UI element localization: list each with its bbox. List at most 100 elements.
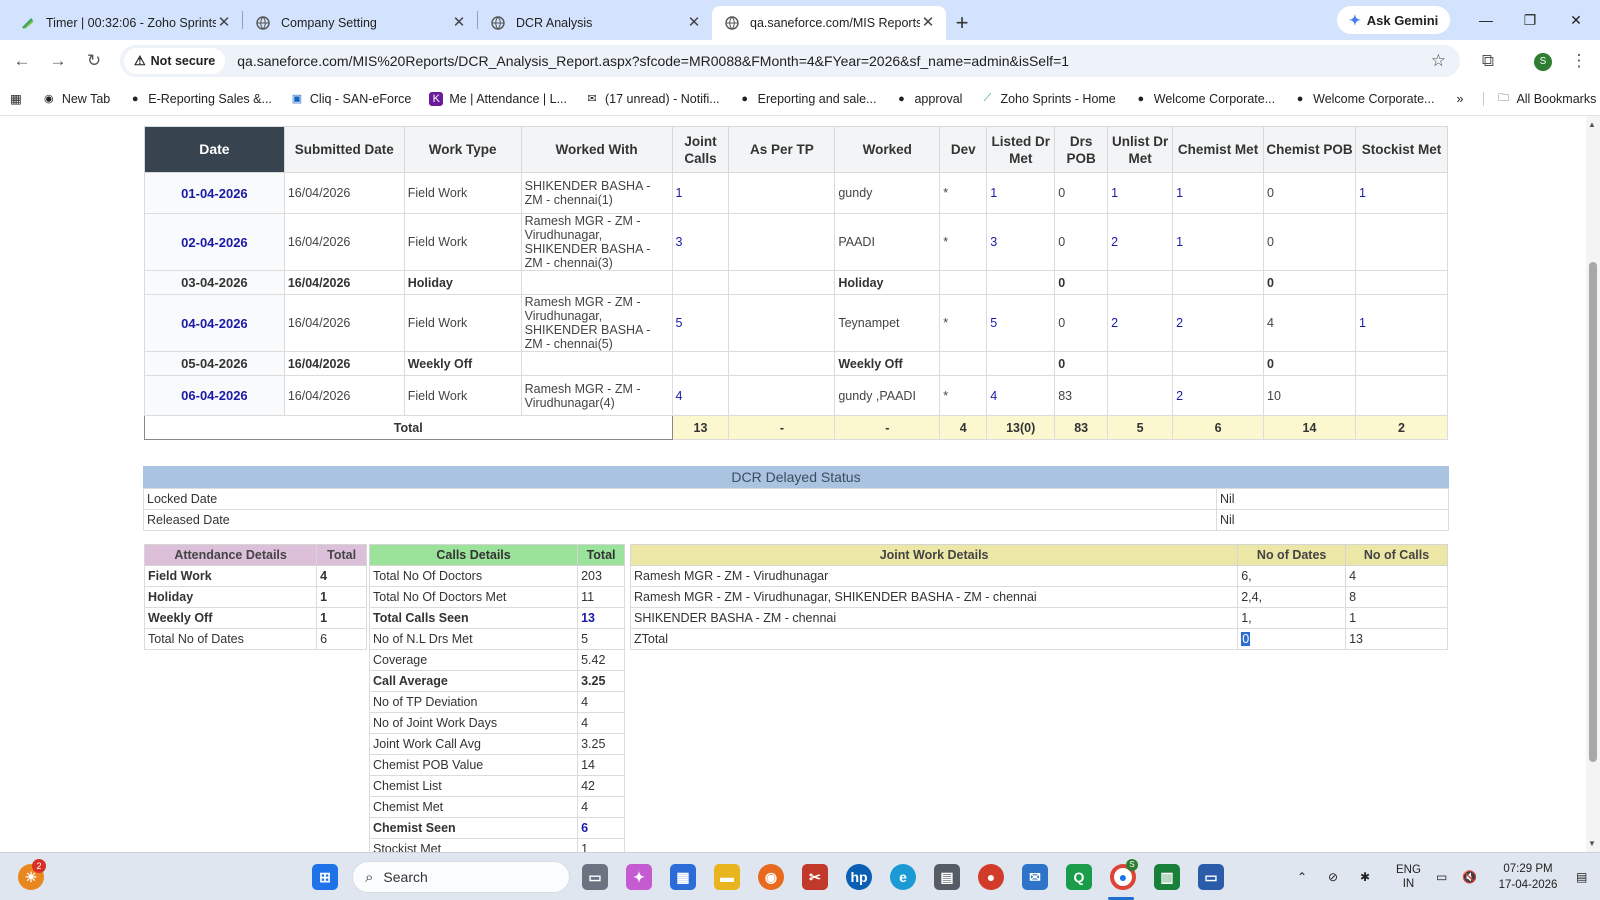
cell-chemist-met[interactable]: 2 — [1172, 375, 1265, 416]
chemist-seen-link[interactable]: 6 — [577, 817, 625, 839]
cell-chemist-met[interactable]: 1 — [1172, 172, 1265, 214]
network-off-icon[interactable]: ⊘ — [1328, 853, 1338, 900]
record-icon[interactable]: ● — [978, 864, 1004, 890]
cell-listed-dr-met[interactable]: 5 — [986, 294, 1056, 352]
cell-unlist-dr-met[interactable] — [1107, 375, 1174, 416]
cell-chemist-pob: 0 — [1263, 270, 1356, 295]
microsoft-store-icon[interactable]: ▦ — [670, 864, 696, 890]
page-scrollbar[interactable]: ▲ ▼ — [1586, 116, 1600, 852]
forward-arrow-icon[interactable]: → — [40, 43, 76, 79]
reload-icon[interactable]: ↻ — [76, 43, 112, 79]
snipping-tool-icon[interactable]: ✂ — [802, 864, 828, 890]
apps-grid-icon[interactable]: ▦ — [10, 91, 22, 106]
close-window-button[interactable]: ✕ — [1553, 0, 1599, 40]
cell-chemist-met — [1172, 351, 1265, 376]
no-of-dates-header: No of Dates — [1237, 544, 1347, 566]
bookmark-zoho-sprints[interactable]: ⟋ Zoho Sprints - Home — [980, 92, 1116, 106]
bookmark-e-reporting[interactable]: ● E-Reporting Sales &... — [128, 92, 272, 106]
system-clock[interactable]: 07:29 PM 17-04-2026 — [1492, 861, 1564, 893]
cell-stockist-met[interactable] — [1354, 375, 1449, 416]
language-indicator[interactable]: ENG IN — [1396, 853, 1421, 900]
cell-unlist-dr-met[interactable]: 2 — [1107, 294, 1174, 352]
restore-button[interactable]: ❐ — [1507, 0, 1553, 40]
cell-chemist-met[interactable]: 2 — [1172, 294, 1265, 352]
back-arrow-icon[interactable]: ← — [4, 43, 40, 79]
cell-joint-calls[interactable]: 4 — [671, 375, 730, 416]
cell-chemist-met[interactable]: 1 — [1172, 213, 1265, 271]
bluetooth-icon[interactable]: ✱ — [1360, 853, 1370, 900]
calculator-icon[interactable]: ▤ — [934, 864, 960, 890]
bookmark-cliq[interactable]: ▣ Cliq - SAN-eForce — [290, 92, 412, 106]
cell-joint-calls[interactable]: 1 — [671, 172, 730, 214]
close-icon[interactable]: ✕ — [686, 15, 702, 31]
cell-joint-calls[interactable]: 3 — [671, 213, 730, 271]
display-icon[interactable]: ▭ — [1436, 853, 1447, 900]
globe-icon: ● — [898, 92, 905, 105]
tab-company-setting[interactable]: Company Setting ✕ — [243, 6, 477, 40]
chat-icon[interactable]: ▭ — [1198, 864, 1224, 890]
security-chip[interactable]: ⚠ Not secure — [124, 48, 226, 74]
cell-worked-with — [520, 351, 673, 376]
tab-mis-reports[interactable]: qa.saneforce.com/MIS Reports/ ✕ — [712, 6, 946, 40]
cell-stockist-met[interactable] — [1354, 213, 1449, 271]
bookmark-welcome-2[interactable]: ● Welcome Corporate... — [1293, 92, 1435, 106]
scrollbar-thumb[interactable] — [1589, 262, 1597, 762]
more-bookmarks-icon[interactable]: » — [1456, 92, 1463, 106]
date-link[interactable]: 02-04-2026 — [144, 213, 285, 271]
col-header-date[interactable]: Date — [144, 126, 285, 173]
scroll-up-arrow-icon[interactable]: ▲ — [1588, 120, 1596, 129]
bookmark-star-icon[interactable]: ☆ — [1431, 51, 1446, 71]
cell-stockist-met[interactable]: 1 — [1354, 172, 1449, 214]
bookmark-approval[interactable]: ● approval — [894, 92, 962, 106]
bookmark-attendance[interactable]: K Me | Attendance | L... — [429, 91, 567, 106]
windows-start-icon[interactable]: ⊞ — [312, 864, 338, 890]
menu-kebab-icon[interactable]: ⋮ — [1561, 43, 1597, 79]
copilot-icon[interactable]: ✦ — [626, 864, 652, 890]
cell-listed-dr-met[interactable]: 4 — [986, 375, 1056, 416]
bookmark-notifications[interactable]: ✉ (17 unread) - Notifi... — [585, 92, 719, 106]
cell-listed-dr-met[interactable]: 3 — [986, 213, 1056, 271]
taskbar-search[interactable]: ⌕ Search — [352, 861, 570, 893]
hp-icon[interactable]: hp — [846, 864, 872, 890]
selected-text: 0 — [1241, 632, 1251, 646]
notification-center-icon[interactable]: ▤ — [1576, 853, 1587, 900]
volume-muted-icon[interactable]: 🔇 — [1462, 853, 1477, 900]
date-link[interactable]: 06-04-2026 — [144, 375, 285, 416]
cell-unlist-dr-met[interactable]: 1 — [1107, 172, 1174, 214]
file-explorer-icon[interactable]: ▬ — [714, 864, 740, 890]
minimize-button[interactable]: — — [1463, 0, 1509, 40]
close-icon[interactable]: ✕ — [920, 15, 936, 31]
cell-listed-dr-met[interactable]: 1 — [986, 172, 1056, 214]
bookmark-ereporting[interactable]: ● Ereporting and sale... — [738, 92, 876, 106]
close-icon[interactable]: ✕ — [216, 15, 232, 31]
profile-avatar[interactable]: S — [1534, 53, 1552, 71]
cell-unlist-dr-met — [1107, 270, 1174, 295]
tab-zoho-timer[interactable]: Timer | 00:32:06 - Zoho Sprints ✕ — [8, 6, 242, 40]
url-text[interactable]: qa.saneforce.com/MIS%20Reports/DCR_Analy… — [237, 53, 1069, 69]
date-link[interactable]: 01-04-2026 — [144, 172, 285, 214]
show-hidden-icons-chevron-up-icon[interactable]: ⌃ — [1297, 853, 1307, 900]
all-bookmarks-button[interactable]: 🗀 All Bookmarks — [1483, 91, 1596, 106]
cell-joint-calls[interactable]: 5 — [671, 294, 730, 352]
task-view-icon[interactable]: ▭ — [582, 864, 608, 890]
sheets-icon[interactable]: ▥ — [1154, 864, 1180, 890]
search-tabs-icon[interactable]: ⧉ — [1470, 43, 1506, 79]
outlook-icon[interactable]: ✉ — [1022, 864, 1048, 890]
date-link[interactable]: 04-04-2026 — [144, 294, 285, 352]
new-tab-button[interactable]: + — [946, 6, 978, 40]
close-icon[interactable]: ✕ — [451, 15, 467, 31]
total-calls-seen-link[interactable]: 13 — [577, 607, 625, 629]
tab-dcr-analysis[interactable]: DCR Analysis ✕ — [478, 6, 712, 40]
firefox-icon[interactable]: ◉ — [758, 864, 784, 890]
ask-gemini-button[interactable]: ✦ Ask Gemini — [1337, 6, 1451, 34]
edge-icon[interactable]: e — [890, 864, 916, 890]
bookmark-new-tab[interactable]: ◉ New Tab — [42, 92, 110, 106]
green-app-icon[interactable]: Q — [1066, 864, 1092, 890]
dcr-delayed-status: DCR Delayed Status Locked Date Nil Relea… — [143, 466, 1449, 531]
scroll-down-arrow-icon[interactable]: ▼ — [1588, 839, 1596, 848]
address-bar[interactable]: ⚠ Not secure qa.saneforce.com/MIS%20Repor… — [120, 45, 1460, 77]
cell-stockist-met[interactable]: 1 — [1354, 294, 1449, 352]
date-cell: 05-04-2026 — [144, 351, 285, 376]
cell-unlist-dr-met[interactable]: 2 — [1107, 213, 1174, 271]
bookmark-welcome-1[interactable]: ● Welcome Corporate... — [1134, 92, 1275, 106]
